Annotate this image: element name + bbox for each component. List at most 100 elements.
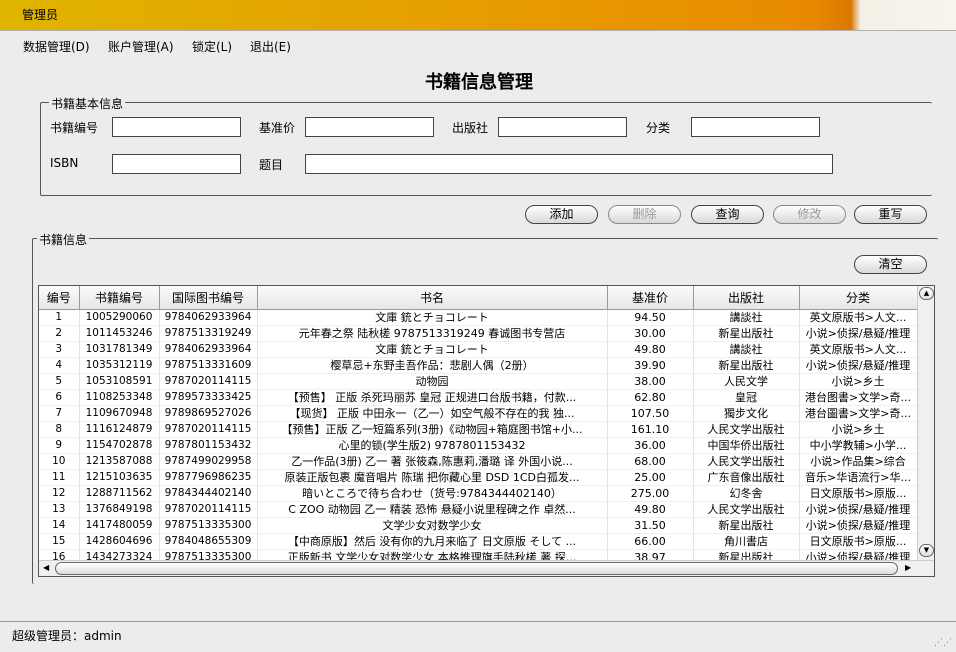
menu-account-management[interactable]: 账户管理(A)	[108, 38, 174, 55]
table-row[interactable]: 8 1116124879 9787020114115 【预售】正版 乙一短篇系列(3册…	[39, 421, 917, 438]
column-header[interactable]: 国际图书编号	[159, 286, 258, 310]
table-row[interactable]: 11 1215103635 9787796986235 原装正版包裹 魔音唱片 陈瑞 …	[39, 469, 917, 486]
book-grid: 编号 书籍编号 国际图书编号 书名 基准价 出版社 分类 1 1005290060 978406…	[39, 286, 917, 562]
table-cell: 心里的锁(学生版2) 9787801153432	[257, 437, 608, 454]
table-cell: 11	[39, 469, 80, 486]
table-cell: 小说>侦探/悬疑/推理	[799, 517, 917, 534]
table-row[interactable]: 12 1288711562 9784344402140 暗いところで待ち合わせ（货号:…	[39, 485, 917, 502]
table-row[interactable]: 2 1011453246 9787513319249 元年春之祭 陆秋槎 978751…	[39, 325, 917, 342]
table-row[interactable]: 5 1053108591 9787020114115 动物园 38.00 人民文学 小说>乡…	[39, 373, 917, 390]
book-table-container: 编号 书籍编号 国际图书编号 书名 基准价 出版社 分类 1 1005290060 978406…	[38, 285, 935, 577]
table-cell: 1376849198	[79, 501, 160, 518]
menu-lock[interactable]: 锁定(L)	[192, 38, 232, 55]
table-cell: 13	[39, 501, 80, 518]
table-cell: 日文原版书>原版...	[799, 485, 917, 502]
table-cell: 9787513335300	[159, 517, 258, 534]
table-row[interactable]: 15 1428604696 9784048655309 【中商原版】然后 没有你的九月…	[39, 533, 917, 550]
column-header[interactable]: 编号	[39, 286, 80, 310]
table-row[interactable]: 7 1109670948 9789869527026 【现货】 正版 中田永一（乙一）…	[39, 405, 917, 422]
isbn-label: ISBN	[50, 156, 79, 170]
status-text: 超级管理员：admin	[12, 629, 122, 643]
table-row[interactable]: 1 1005290060 9784062933964 文庫 銃とチョコレート 94.50…	[39, 309, 917, 326]
scroll-left-icon[interactable]: ◀	[43, 563, 49, 572]
table-cell: 9784062933964	[159, 309, 258, 326]
table-cell: 9784048655309	[159, 533, 258, 550]
table-cell: 8	[39, 421, 80, 438]
base-price-label: 基准价	[259, 121, 296, 135]
menu-data-management[interactable]: 数据管理(D)	[23, 38, 90, 55]
table-row[interactable]: 9 1154702878 9787801153432 心里的锁(学生版2) 97878…	[39, 437, 917, 454]
table-cell: 1031781349	[79, 341, 160, 358]
table-cell: 1011453246	[79, 325, 160, 342]
delete-button[interactable]: 删除	[608, 205, 681, 224]
clear-button[interactable]: 清空	[854, 255, 927, 274]
table-row[interactable]: 6 1108253348 9789573333425 【预售】 正版 杀死玛丽苏 皇冠…	[39, 389, 917, 406]
table-cell: 獨步文化	[693, 405, 800, 422]
category-input[interactable]	[691, 117, 820, 137]
horizontal-scrollbar[interactable]: ◀ ▶	[39, 560, 934, 576]
resize-grip-icon[interactable]: ⋰⋰	[934, 638, 952, 648]
table-cell: 幻冬舎	[693, 485, 800, 502]
column-header[interactable]: 书籍编号	[79, 286, 160, 310]
query-button[interactable]: 查询	[691, 205, 764, 224]
scroll-right-icon[interactable]: ▶	[905, 563, 911, 572]
table-cell: 9784062933964	[159, 341, 258, 358]
horizontal-scroll-thumb[interactable]	[55, 562, 898, 575]
column-header[interactable]: 书名	[257, 286, 608, 310]
publisher-input[interactable]	[498, 117, 627, 137]
table-cell: 1109670948	[79, 405, 160, 422]
scroll-up-icon[interactable]: ▲	[919, 287, 934, 300]
table-cell: 49.80	[607, 501, 694, 518]
table-cell: 25.00	[607, 469, 694, 486]
table-row[interactable]: 13 1376849198 9787020114115 C ZOO 动物园 乙一 精装…	[39, 501, 917, 518]
table-row[interactable]: 14 1417480059 9787513335300 文学少女对数学少女 31.50 新…	[39, 517, 917, 534]
title-bar: 管理员	[0, 0, 956, 31]
scroll-down-icon[interactable]: ▼	[919, 544, 934, 557]
reset-button[interactable]: 重写	[854, 205, 927, 224]
table-cell: 68.00	[607, 453, 694, 470]
column-header[interactable]: 出版社	[693, 286, 800, 310]
table-cell: 161.10	[607, 421, 694, 438]
modify-button[interactable]: 修改	[773, 205, 846, 224]
menu-exit[interactable]: 退出(E)	[250, 38, 291, 55]
book-table: 编号 书籍编号 国际图书编号 书名 基准价 出版社 分类 1 1005290060 978406…	[39, 286, 917, 562]
table-cell: 1428604696	[79, 533, 160, 550]
table-cell: 1005290060	[79, 309, 160, 326]
window-title: 管理员	[22, 8, 59, 22]
table-cell: 新星出版社	[693, 357, 800, 374]
table-cell: 文庫 銃とチョコレート	[257, 341, 608, 358]
book-info-legend: 书籍信息	[37, 231, 90, 248]
table-cell: 1215103635	[79, 469, 160, 486]
table-body: 1 1005290060 9784062933964 文庫 銃とチョコレート 94.50…	[39, 309, 917, 562]
add-button[interactable]: 添加	[525, 205, 598, 224]
column-header[interactable]: 基准价	[607, 286, 694, 310]
table-cell: 4	[39, 357, 80, 374]
table-cell: 62.80	[607, 389, 694, 406]
table-cell: 港台圖書>文学>奇...	[799, 405, 917, 422]
base-price-input[interactable]	[305, 117, 434, 137]
table-cell: 1154702878	[79, 437, 160, 454]
table-cell: 人民文学出版社	[693, 453, 800, 470]
book-no-input[interactable]	[112, 117, 241, 137]
table-row[interactable]: 4 1035312119 9787513331609 樱草忌+东野圭吾作品：悲剧人偶（…	[39, 357, 917, 374]
table-cell: 36.00	[607, 437, 694, 454]
title-input[interactable]	[305, 154, 833, 174]
table-cell: 日文原版书>原版...	[799, 533, 917, 550]
table-cell: 38.00	[607, 373, 694, 390]
table-cell: 7	[39, 405, 80, 422]
column-header[interactable]: 分类	[799, 286, 917, 310]
table-cell: 5	[39, 373, 80, 390]
table-row[interactable]: 10 1213587088 9787499029958 乙一作品(3册) 乙一 著 张…	[39, 453, 917, 470]
table-cell: 新星出版社	[693, 325, 800, 342]
table-row[interactable]: 3 1031781349 9784062933964 文庫 銃とチョコレート 49.80…	[39, 341, 917, 358]
basic-info-legend: 书籍基本信息	[49, 95, 126, 112]
table-cell: 1288711562	[79, 485, 160, 502]
table-cell: 30.00	[607, 325, 694, 342]
isbn-input[interactable]	[112, 154, 241, 174]
table-cell: 新星出版社	[693, 517, 800, 534]
vertical-scrollbar[interactable]: ▲ ▼	[917, 286, 934, 562]
table-cell: 9787020114115	[159, 421, 258, 438]
table-cell: 3	[39, 341, 80, 358]
table-cell: 中国华侨出版社	[693, 437, 800, 454]
table-cell: 10	[39, 453, 80, 470]
